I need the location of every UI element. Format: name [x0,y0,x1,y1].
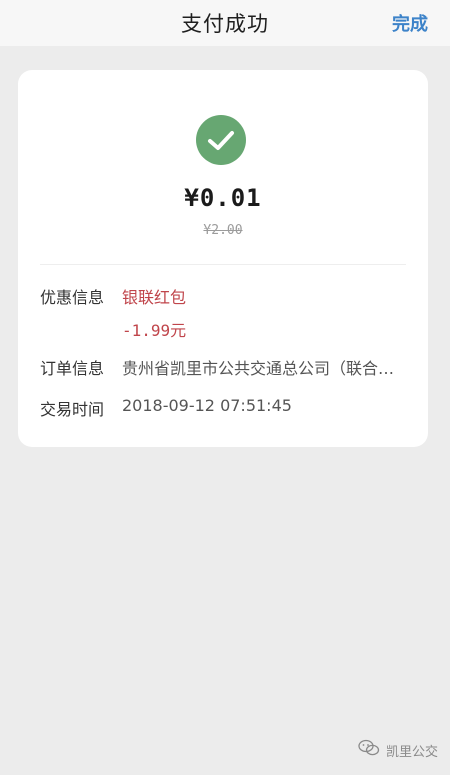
watermark-text: 凯里公交 [385,744,438,760]
original-amount: ¥2.00 [203,223,243,238]
divider [40,264,406,265]
nav-bar: 支付成功 完成 [0,0,450,46]
discount-name: 银联红包 [122,288,187,307]
discount-label: 优惠信息 [40,288,105,307]
watermark: 凯里公交 [358,739,438,761]
paid-amount: ¥0.01 [184,184,262,212]
done-button[interactable]: 完成 [392,10,428,36]
page-title: 支付成功 [181,12,269,36]
time-value: 2018-09-12 07:51:45 [122,396,292,415]
check-circle-icon [196,115,246,165]
receipt-card: ¥0.01 ¥2.00 优惠信息 银联红包 -1.99元 订单信息 贵州省凯里市… [18,70,428,447]
time-label: 交易时间 [40,400,105,419]
order-value: 贵州省凯里市公共交通总公司（联合一卡通） [122,359,404,378]
discount-value: -1.99元 [122,321,187,340]
wechat-icon [358,739,380,761]
order-label: 订单信息 [40,359,105,378]
